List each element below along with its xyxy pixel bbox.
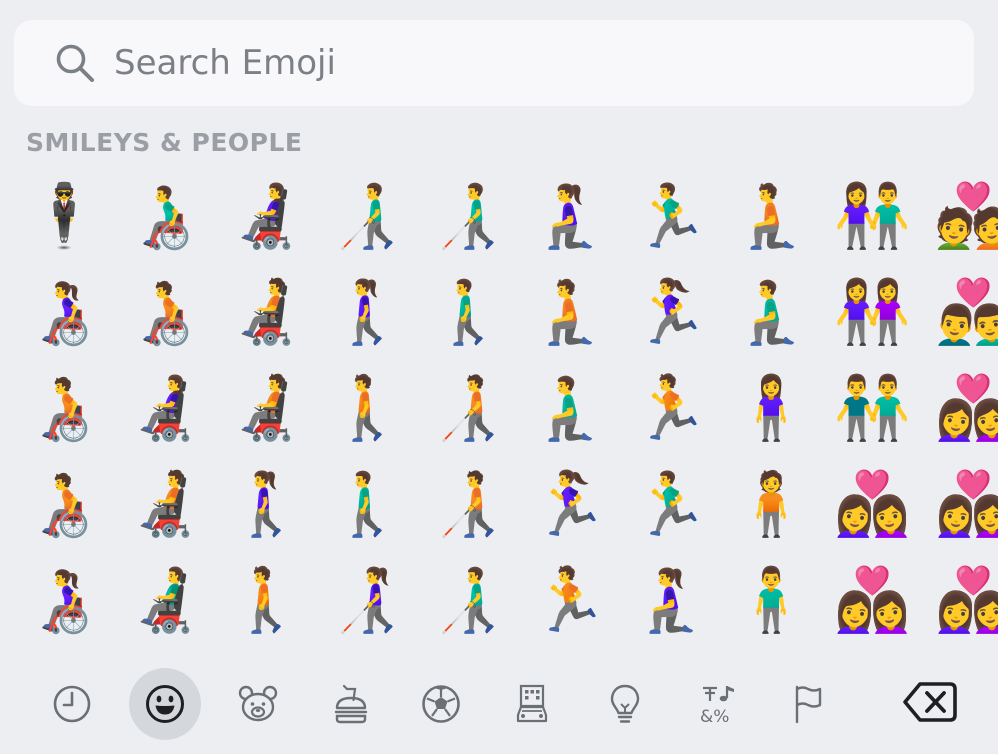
emoji-button[interactable]: 🕴️ (14, 168, 115, 264)
emoji-button[interactable]: 🧎‍♀️ (519, 168, 620, 264)
building-car-icon (510, 682, 554, 726)
emoji-row: 👩‍🦽 👨‍🦼 🚶 👩‍🦯 👨‍🦯 🏃 🧎‍♀️ 🧍‍♂️ 👩‍❤️‍👩 👩‍❤… (14, 552, 998, 648)
emoji-button[interactable]: 👩‍❤️‍👩 (923, 456, 998, 552)
emoji-button[interactable]: 🏃 (519, 552, 620, 648)
emoji-button[interactable]: 🧑‍🦯 (418, 360, 519, 456)
emoji-button[interactable]: 🧑‍🦼 (216, 264, 317, 360)
emoji-button[interactable]: 🧎‍♀️ (620, 552, 721, 648)
svg-text:&%: &% (700, 707, 729, 726)
tab-symbols[interactable]: &% (682, 668, 754, 740)
emoji-button[interactable]: 🧍 (721, 456, 822, 552)
category-bar: &% (0, 668, 998, 744)
tab-animals[interactable] (222, 668, 294, 740)
emoji-button[interactable]: 👩‍🦼 (115, 360, 216, 456)
emoji-button[interactable]: 🧎‍♂️ (519, 360, 620, 456)
lightbulb-icon (603, 682, 647, 726)
emoji-button[interactable]: 🏃‍♀️ (519, 456, 620, 552)
emoji-button[interactable]: 👩‍❤️‍👩 (923, 552, 998, 648)
tab-activity[interactable] (405, 668, 477, 740)
emoji-button[interactable]: 👩‍❤️‍👩 (822, 552, 923, 648)
flag-icon (786, 682, 830, 726)
section-title: SMILEYS & PEOPLE (26, 128, 303, 157)
backspace-icon (902, 680, 958, 728)
emoji-button[interactable]: 👨‍🦯 (317, 168, 418, 264)
emoji-button[interactable]: 🧎 (721, 168, 822, 264)
emoji-grid: 🕴️ 👨‍🦽 👩‍🦼 👨‍🦯 👨‍🦯 🧎‍♀️ 🏃‍♂️ 🧎 👫 💑 👩‍🦽 🧑… (14, 168, 998, 648)
emoji-button[interactable]: 🧑‍🦯 (418, 456, 519, 552)
emoji-button[interactable]: 👨‍🦯 (418, 552, 519, 648)
emoji-button[interactable]: 🧍‍♂️ (721, 552, 822, 648)
emoji-button[interactable]: 👫 (822, 168, 923, 264)
emoji-button[interactable]: 🧑‍🦽 (14, 456, 115, 552)
burger-drink-icon (329, 682, 373, 726)
emoji-row: 👩‍🦽 🧑‍🦽 🧑‍🦼 🚶‍♀️ 🚶‍♂️ 🧎 🏃‍♀️ 🧎‍♂️ 👭 👨‍❤️… (14, 264, 998, 360)
tab-food[interactable] (315, 668, 387, 740)
emoji-button[interactable]: 🚶‍♂️ (418, 264, 519, 360)
search-input[interactable] (112, 42, 816, 84)
tab-objects[interactable] (589, 668, 661, 740)
emoji-button[interactable]: 🏃‍♂️ (620, 456, 721, 552)
emoji-row: 🧑‍🦽 🧑‍🦼 🚶‍♀️ 🚶‍♂️ 🧑‍🦯 🏃‍♀️ 🏃‍♂️ 🧍 👩‍❤️‍👩… (14, 456, 998, 552)
emoji-button[interactable]: 🏃‍♀️ (620, 264, 721, 360)
emoji-button[interactable]: 🧑‍🦽 (14, 360, 115, 456)
search-bar[interactable] (14, 20, 974, 106)
tab-recent[interactable] (36, 668, 108, 740)
emoji-button[interactable]: 🧍‍♀️ (721, 360, 822, 456)
emoji-button[interactable]: 🧑‍🦼 (216, 360, 317, 456)
emoji-button[interactable]: 🚶‍♂️ (317, 456, 418, 552)
symbols-icon: &% (696, 682, 740, 726)
emoji-button[interactable]: 🧑‍🦽 (115, 264, 216, 360)
emoji-button[interactable]: 🚶‍♀️ (317, 264, 418, 360)
emoji-row: 🧑‍🦽 👩‍🦼 🧑‍🦼 🚶 🧑‍🦯 🧎‍♂️ 🏃 🧍‍♀️ 👬 👩‍❤️‍👩 (14, 360, 998, 456)
tab-smileys[interactable] (129, 668, 201, 740)
emoji-button[interactable]: 🧎 (519, 264, 620, 360)
emoji-button[interactable]: 👩‍🦯 (317, 552, 418, 648)
emoji-button[interactable]: 👩‍❤️‍👩 (822, 456, 923, 552)
emoji-button[interactable]: 👩‍🦼 (216, 168, 317, 264)
tab-flags[interactable] (772, 668, 844, 740)
emoji-button[interactable]: 🚶 (317, 360, 418, 456)
emoji-button[interactable]: 👨‍🦼 (115, 552, 216, 648)
bear-icon (236, 682, 280, 726)
emoji-button[interactable]: 👩‍🦽 (14, 264, 115, 360)
emoji-button[interactable]: 🏃‍♂️ (620, 168, 721, 264)
emoji-button[interactable]: 👬 (822, 360, 923, 456)
emoji-row: 🕴️ 👨‍🦽 👩‍🦼 👨‍🦯 👨‍🦯 🧎‍♀️ 🏃‍♂️ 🧎 👫 💑 (14, 168, 998, 264)
emoji-button[interactable]: 💑 (923, 168, 998, 264)
emoji-button[interactable]: 👩‍❤️‍👩 (923, 360, 998, 456)
soccer-ball-icon (419, 682, 463, 726)
emoji-button[interactable]: 👨‍❤️‍👨 (923, 264, 998, 360)
clock-icon (51, 683, 93, 725)
emoji-button[interactable]: 👭 (822, 264, 923, 360)
emoji-button[interactable]: 🧑‍🦼 (115, 456, 216, 552)
emoji-button[interactable]: 🚶 (216, 552, 317, 648)
emoji-button[interactable]: 🚶‍♀️ (216, 456, 317, 552)
search-icon (54, 42, 96, 84)
emoji-button[interactable]: 🏃 (620, 360, 721, 456)
delete-button[interactable] (902, 676, 958, 732)
emoji-button[interactable]: 🧎‍♂️ (721, 264, 822, 360)
emoji-button[interactable]: 👨‍🦽 (115, 168, 216, 264)
emoji-button[interactable]: 👨‍🦯 (418, 168, 519, 264)
emoji-button[interactable]: 👩‍🦽 (14, 552, 115, 648)
emoji-keyboard: SMILEYS & PEOPLE 🕴️ 👨‍🦽 👩‍🦼 👨‍🦯 👨‍🦯 🧎‍♀️… (0, 0, 998, 754)
smiley-icon (143, 682, 187, 726)
tab-travel[interactable] (496, 668, 568, 740)
